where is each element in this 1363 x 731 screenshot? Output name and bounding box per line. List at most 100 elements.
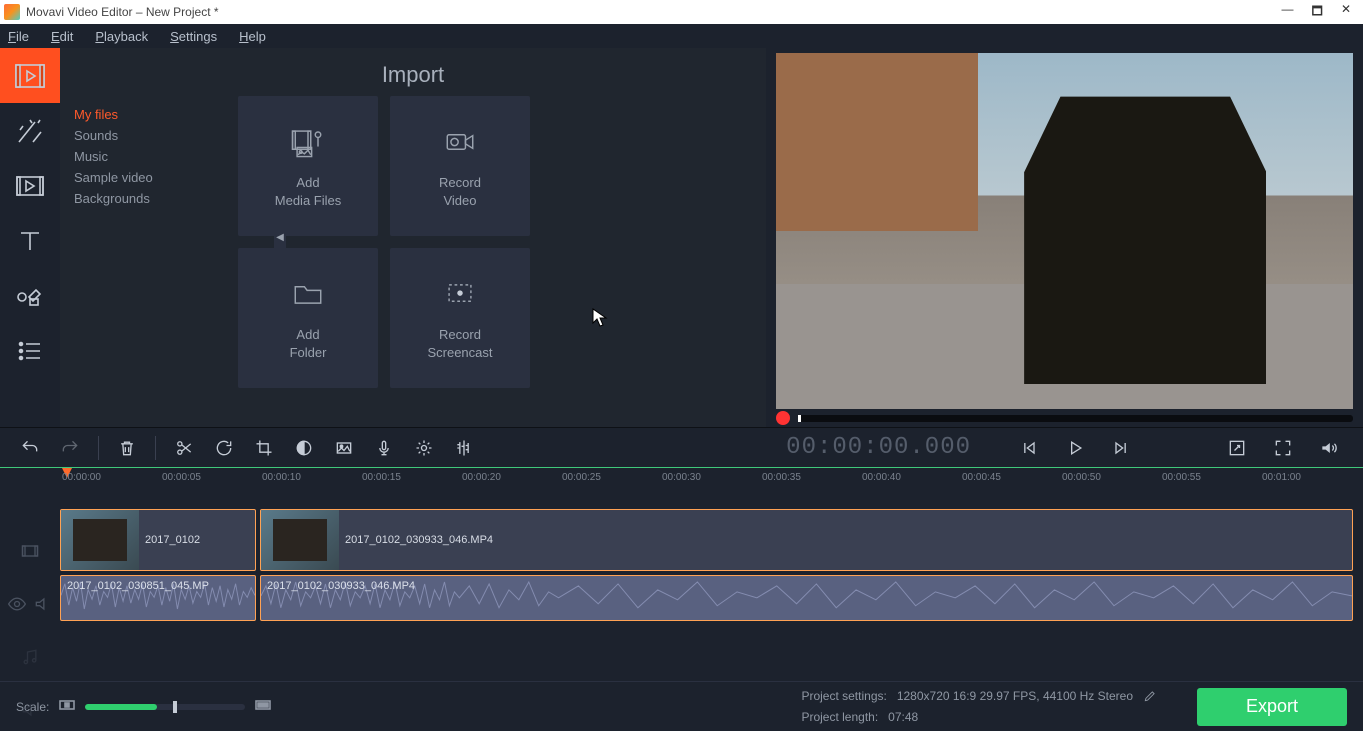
audio-track-icon[interactable] (33, 594, 53, 617)
video-clip-2[interactable]: 2017_0102_030933_046.MP4 (260, 509, 1353, 571)
ruler-tick: 00:00:25 (562, 472, 601, 483)
maximize-button[interactable]: 🗖 (1312, 2, 1323, 23)
record-screencast-label: Record Screencast (427, 326, 492, 361)
clip-label: 2017_0102_030933_046.MP4 (339, 534, 499, 546)
mute-track-icon[interactable] (20, 700, 40, 723)
zoom-out-icon[interactable] (59, 699, 75, 714)
clip-settings-button[interactable] (406, 430, 442, 466)
scale-slider[interactable] (85, 704, 245, 710)
clip-label: 2017_0102_030933_046.MP4 (267, 580, 415, 592)
timeline-ruler[interactable]: 00:00:0000:00:0500:00:1000:00:1500:00:20… (0, 467, 1363, 491)
menu-help[interactable]: Help (239, 29, 266, 44)
preview-viewport[interactable] (776, 53, 1353, 409)
add-media-label: Add Media Files (275, 174, 341, 209)
add-folder-tile[interactable]: Add Folder (238, 248, 378, 388)
record-screencast-tile[interactable]: Record Screencast (390, 248, 530, 388)
preview-scrubber[interactable] (798, 415, 1353, 422)
stickers-tool[interactable] (0, 268, 60, 323)
split-button[interactable] (166, 430, 202, 466)
ruler-tick: 00:01:00 (1262, 472, 1301, 483)
video-track-icon[interactable] (20, 541, 40, 564)
delete-button[interactable] (109, 430, 145, 466)
screencast-icon (440, 274, 480, 314)
menu-settings[interactable]: Settings (170, 29, 217, 44)
timecode-display: 00:00:00.000 (786, 434, 971, 461)
tool-sidebar (0, 48, 60, 427)
menu-bar: File Edit Playback Settings Help (0, 24, 1363, 48)
ruler-tick: 00:00:10 (262, 472, 301, 483)
add-folder-label: Add Folder (290, 326, 327, 361)
category-music[interactable]: Music (74, 146, 224, 167)
filters-tool[interactable] (0, 103, 60, 158)
add-media-tile[interactable]: Add Media Files (238, 96, 378, 236)
close-button[interactable]: ✕ (1341, 2, 1351, 23)
video-clip-1[interactable]: 2017_0102 (60, 509, 256, 571)
import-category-list: My files Sounds Music Sample video Backg… (74, 96, 224, 388)
clip-properties-button[interactable] (326, 430, 362, 466)
status-bar: Scale: Project settings: 1280x720 16:9 2… (0, 681, 1363, 731)
record-audio-button[interactable] (366, 430, 402, 466)
ruler-tick: 00:00:40 (862, 472, 901, 483)
audio-clip-1[interactable]: 2017_0102_030851_045.MP (60, 575, 256, 621)
record-indicator-icon (776, 411, 790, 425)
fullscreen-button[interactable] (1265, 430, 1301, 466)
window-title: Movavi Video Editor – New Project * (26, 5, 219, 19)
redo-button[interactable] (52, 430, 88, 466)
audio-clip-2[interactable]: 2017_0102_030933_046.MP4 (260, 575, 1353, 621)
import-panel: Import My files Sounds Music Sample vide… (60, 48, 766, 427)
timeline: 2017_0102 2017_0102_030933_046.MP4 2017_… (0, 491, 1363, 681)
ruler-tick: 00:00:45 (962, 472, 1001, 483)
transitions-tool[interactable] (0, 158, 60, 213)
record-video-label: Record Video (439, 174, 481, 209)
ruler-tick: 00:00:55 (1162, 472, 1201, 483)
ruler-tick: 00:00:50 (1062, 472, 1101, 483)
main-area: Import My files Sounds Music Sample vide… (0, 48, 1363, 427)
ruler-tick: 00:00:30 (662, 472, 701, 483)
app-icon (4, 4, 20, 20)
ruler-tick: 00:00:35 (762, 472, 801, 483)
edit-settings-icon[interactable] (1143, 689, 1157, 706)
import-title: Import (60, 48, 766, 96)
next-frame-button[interactable] (1103, 430, 1139, 466)
ruler-tick: 00:00:00 (62, 472, 101, 483)
project-length-label: Project length: (801, 710, 878, 724)
project-settings-label: Project settings: (801, 689, 886, 706)
folder-icon (288, 274, 328, 314)
color-adjust-button[interactable] (286, 430, 322, 466)
zoom-in-icon[interactable] (255, 699, 271, 714)
ruler-tick: 00:00:20 (462, 472, 501, 483)
menu-file[interactable]: File (8, 29, 29, 44)
category-backgrounds[interactable]: Backgrounds (74, 188, 224, 209)
category-sounds[interactable]: Sounds (74, 125, 224, 146)
visibility-icon[interactable] (7, 594, 27, 617)
camcorder-icon (440, 122, 480, 162)
play-button[interactable] (1057, 430, 1093, 466)
project-settings-value: 1280x720 16:9 29.97 FPS, 44100 Hz Stereo (897, 689, 1133, 706)
clip-label: 2017_0102_030851_045.MP (67, 580, 209, 592)
crop-button[interactable] (246, 430, 282, 466)
category-sample-video[interactable]: Sample video (74, 167, 224, 188)
category-my-files[interactable]: My files (74, 104, 224, 125)
prev-frame-button[interactable] (1011, 430, 1047, 466)
timeline-toolbar: 00:00:00.000 (0, 427, 1363, 467)
music-track-icon[interactable] (20, 647, 40, 670)
media-files-icon (288, 122, 328, 162)
collapse-handle[interactable]: ◀ (274, 208, 286, 268)
more-tool[interactable] (0, 323, 60, 378)
menu-playback[interactable]: Playback (95, 29, 148, 44)
volume-button[interactable] (1311, 430, 1347, 466)
preview-panel (766, 48, 1363, 427)
menu-edit[interactable]: Edit (51, 29, 73, 44)
export-button[interactable]: Export (1197, 688, 1347, 726)
undo-button[interactable] (12, 430, 48, 466)
clip-label: 2017_0102 (139, 534, 206, 546)
audio-properties-button[interactable] (446, 430, 482, 466)
project-length-value: 07:48 (888, 710, 918, 724)
import-tool[interactable] (0, 48, 60, 103)
ruler-tick: 00:00:05 (162, 472, 201, 483)
detach-preview-button[interactable] (1219, 430, 1255, 466)
record-video-tile[interactable]: Record Video (390, 96, 530, 236)
minimize-button[interactable]: — (1282, 2, 1294, 23)
titles-tool[interactable] (0, 213, 60, 268)
rotate-button[interactable] (206, 430, 242, 466)
